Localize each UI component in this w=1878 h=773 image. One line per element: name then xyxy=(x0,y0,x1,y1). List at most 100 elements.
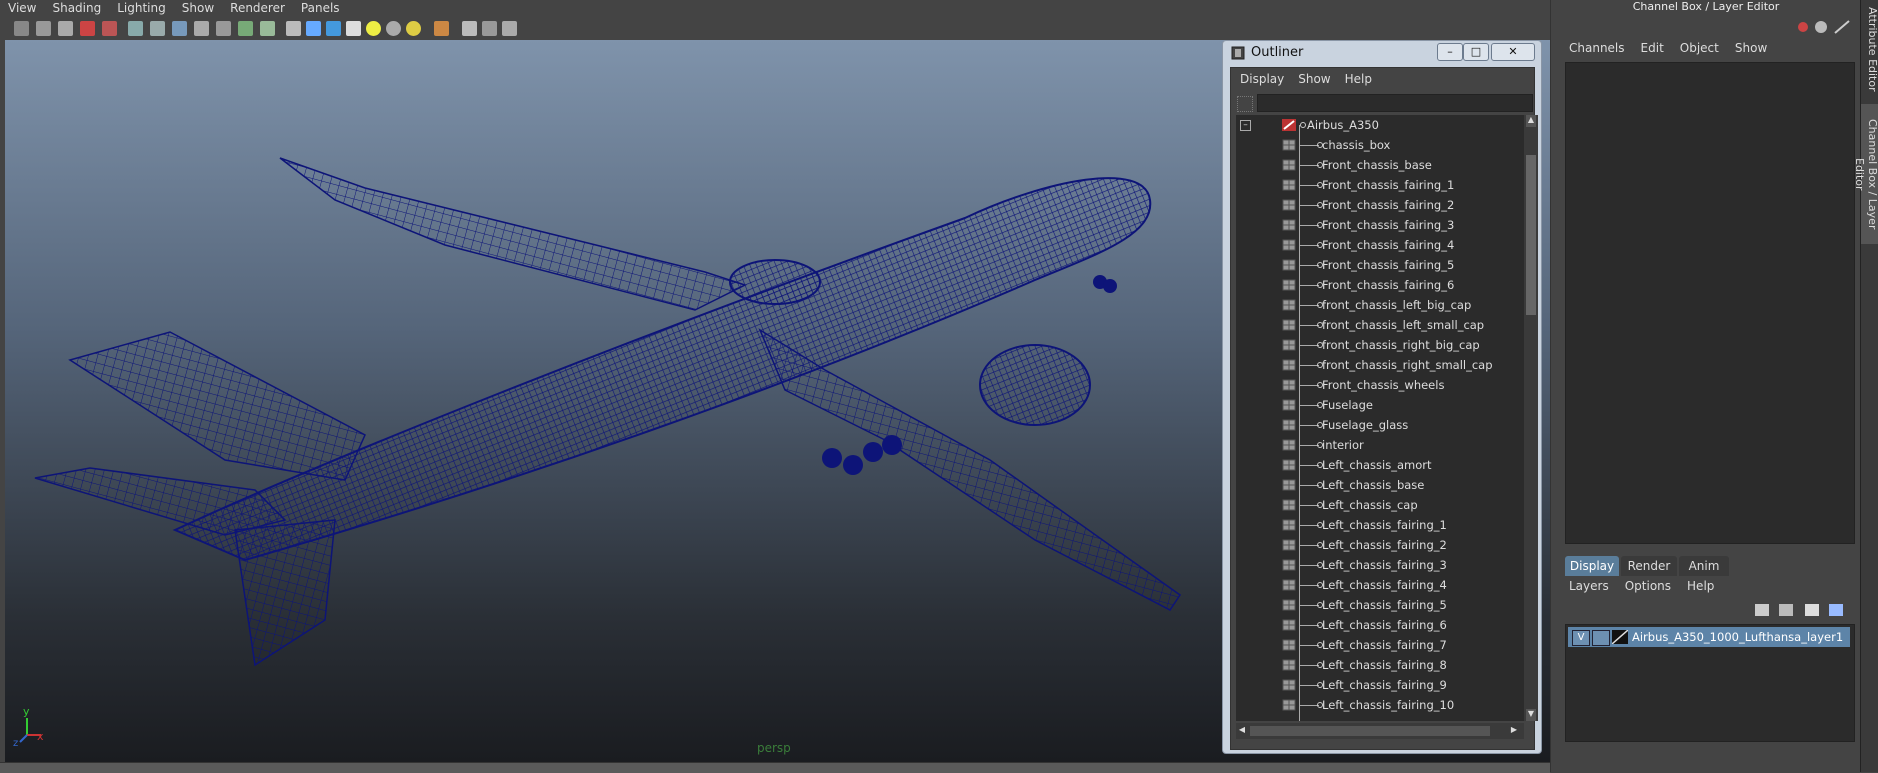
grid-icon[interactable] xyxy=(128,21,143,36)
outliner-tree[interactable]: – Airbus_A350 chassis_box Front_chassis_b… xyxy=(1236,115,1524,721)
cb-menu-object[interactable]: Object xyxy=(1672,40,1727,56)
hscroll-thumb[interactable] xyxy=(1250,726,1490,736)
smooth-shade-icon[interactable] xyxy=(306,21,321,36)
tree-row[interactable]: Left_chassis_fairing_8 xyxy=(1236,655,1524,675)
menu-lighting[interactable]: Lighting xyxy=(109,0,174,16)
scroll-thumb[interactable] xyxy=(1526,155,1536,315)
scroll-up-icon[interactable]: ▲ xyxy=(1526,115,1536,127)
x-ray-icon[interactable] xyxy=(462,21,477,36)
tree-row[interactable]: Left_chassis_fairing_5 xyxy=(1236,595,1524,615)
use-all-lights-icon[interactable] xyxy=(366,21,381,36)
tree-row[interactable]: Front_chassis_fairing_2 xyxy=(1236,195,1524,215)
tree-row[interactable]: Left_chassis_fairing_2 xyxy=(1236,535,1524,555)
layer-menu-help[interactable]: Help xyxy=(1679,578,1722,594)
outliner-vertical-scrollbar[interactable]: ▲ ▼ xyxy=(1524,115,1538,721)
safe-action-icon[interactable] xyxy=(238,21,253,36)
tree-row[interactable]: Fuselage xyxy=(1236,395,1524,415)
scroll-right-icon[interactable]: ▶ xyxy=(1508,725,1520,737)
cb-menu-edit[interactable]: Edit xyxy=(1633,40,1672,56)
tree-row[interactable]: Left_chassis_fairing_9 xyxy=(1236,675,1524,695)
scroll-down-icon[interactable]: ▼ xyxy=(1526,709,1536,721)
layer-color-icon[interactable] xyxy=(1612,630,1628,644)
tree-row[interactable]: Left_chassis_fairing_7 xyxy=(1236,635,1524,655)
tree-row[interactable]: Front_chassis_fairing_4 xyxy=(1236,235,1524,255)
tree-row[interactable]: Left_chassis_amort xyxy=(1236,455,1524,475)
tab-display[interactable]: Display xyxy=(1565,556,1619,576)
tree-row[interactable]: front_chassis_right_big_cap xyxy=(1236,335,1524,355)
tree-row[interactable]: Left_chassis_fairing_4 xyxy=(1236,575,1524,595)
collapse-icon[interactable]: – xyxy=(1240,120,1251,131)
tree-row[interactable]: interior xyxy=(1236,435,1524,455)
x-ray-joints-icon[interactable] xyxy=(482,21,497,36)
channel-box-area[interactable] xyxy=(1565,62,1855,544)
tree-row[interactable]: front_chassis_right_small_cap xyxy=(1236,355,1524,375)
axis-x-label: x xyxy=(37,730,44,743)
tab-render[interactable]: Render xyxy=(1621,556,1677,576)
tree-row[interactable]: Left_chassis_fairing_3 xyxy=(1236,555,1524,575)
menu-panels[interactable]: Panels xyxy=(293,0,348,16)
layer-tools-icons[interactable] xyxy=(1751,600,1851,620)
tab-channel-box-layer-editor[interactable]: Channel Box / Layer Editor xyxy=(1853,104,1878,244)
tree-row[interactable]: front_chassis_left_big_cap xyxy=(1236,295,1524,315)
time-slider[interactable] xyxy=(0,762,1550,773)
gate-mask-icon[interactable] xyxy=(194,21,209,36)
outliner-menu-show[interactable]: Show xyxy=(1291,70,1337,88)
menu-renderer[interactable]: Renderer xyxy=(222,0,293,16)
maximize-button[interactable]: □ xyxy=(1463,43,1489,61)
tree-row[interactable]: Front_chassis_fairing_3 xyxy=(1236,215,1524,235)
layer-visibility-toggle[interactable]: V xyxy=(1572,630,1590,646)
layer-row[interactable]: V Airbus_A350_1000_Lufthansa_layer1 xyxy=(1568,627,1850,647)
x-ray-components-icon[interactable] xyxy=(502,21,517,36)
camera-select-icon[interactable] xyxy=(14,21,29,36)
menu-shading[interactable]: Shading xyxy=(44,0,109,16)
ambient-occlusion-icon[interactable] xyxy=(406,21,421,36)
two-d-pan-icon[interactable] xyxy=(102,21,117,36)
tree-row[interactable]: Front_chassis_base xyxy=(1236,155,1524,175)
tree-row[interactable]: chassis_box xyxy=(1236,135,1524,155)
tree-row[interactable]: Front_chassis_fairing_1 xyxy=(1236,175,1524,195)
isolate-select-icon[interactable] xyxy=(434,21,449,36)
camera-attributes-icon[interactable] xyxy=(36,21,51,36)
minimize-button[interactable]: – xyxy=(1437,43,1463,61)
tab-attribute-editor[interactable]: Attribute Editor xyxy=(1861,4,1878,94)
image-plane-icon[interactable] xyxy=(80,21,95,36)
film-gate-icon[interactable] xyxy=(150,21,165,36)
tree-row[interactable]: Front_chassis_wheels xyxy=(1236,375,1524,395)
layer-menu-layers[interactable]: Layers xyxy=(1561,578,1617,594)
wireframe-on-shaded-icon[interactable] xyxy=(326,21,341,36)
cb-menu-show[interactable]: Show xyxy=(1727,40,1775,56)
tree-row[interactable]: front_chassis_left_small_cap xyxy=(1236,315,1524,335)
tree-row[interactable]: Fuselage_glass xyxy=(1236,415,1524,435)
tree-row[interactable]: Front_chassis_fairing_6 xyxy=(1236,275,1524,295)
tree-root-row[interactable]: – Airbus_A350 xyxy=(1236,115,1524,135)
tree-row[interactable]: Front_chassis_fairing_5 xyxy=(1236,255,1524,275)
layer-playback-toggle[interactable] xyxy=(1592,630,1610,646)
tree-row[interactable]: Left_chassis_fairing_6 xyxy=(1236,615,1524,635)
safe-title-icon[interactable] xyxy=(260,21,275,36)
wireframe-icon[interactable] xyxy=(286,21,301,36)
tree-row[interactable]: Left_chassis_fairing_1 xyxy=(1236,515,1524,535)
outliner-search-input[interactable] xyxy=(1257,94,1533,112)
filter-icon[interactable] xyxy=(1237,96,1253,112)
close-button[interactable]: ✕ xyxy=(1491,43,1535,61)
layer-name: Airbus_A350_1000_Lufthansa_layer1 xyxy=(1632,630,1844,644)
resolution-gate-icon[interactable] xyxy=(172,21,187,36)
field-chart-icon[interactable] xyxy=(216,21,231,36)
textured-icon[interactable] xyxy=(346,21,361,36)
bookmark-icon[interactable] xyxy=(58,21,73,36)
shadows-icon[interactable] xyxy=(386,21,401,36)
tree-row[interactable]: Left_chassis_cap xyxy=(1236,495,1524,515)
outliner-menu-help[interactable]: Help xyxy=(1338,70,1379,88)
channel-tools-icons[interactable] xyxy=(1795,18,1855,36)
tree-row[interactable]: Left_chassis_base xyxy=(1236,475,1524,495)
outliner-menu-display[interactable]: Display xyxy=(1233,70,1291,88)
tree-row[interactable]: Left_chassis_fairing_10 xyxy=(1236,695,1524,715)
tab-anim[interactable]: Anim xyxy=(1679,556,1729,576)
outliner-horizontal-scrollbar[interactable]: ◀ ▶ xyxy=(1236,723,1524,739)
scroll-left-icon[interactable]: ◀ xyxy=(1236,725,1248,737)
layer-menu-options[interactable]: Options xyxy=(1617,578,1679,594)
menu-show[interactable]: Show xyxy=(174,0,222,16)
menu-view[interactable]: View xyxy=(0,0,44,16)
cb-menu-channels[interactable]: Channels xyxy=(1561,40,1633,56)
layer-list[interactable]: V Airbus_A350_1000_Lufthansa_layer1 xyxy=(1565,624,1855,742)
